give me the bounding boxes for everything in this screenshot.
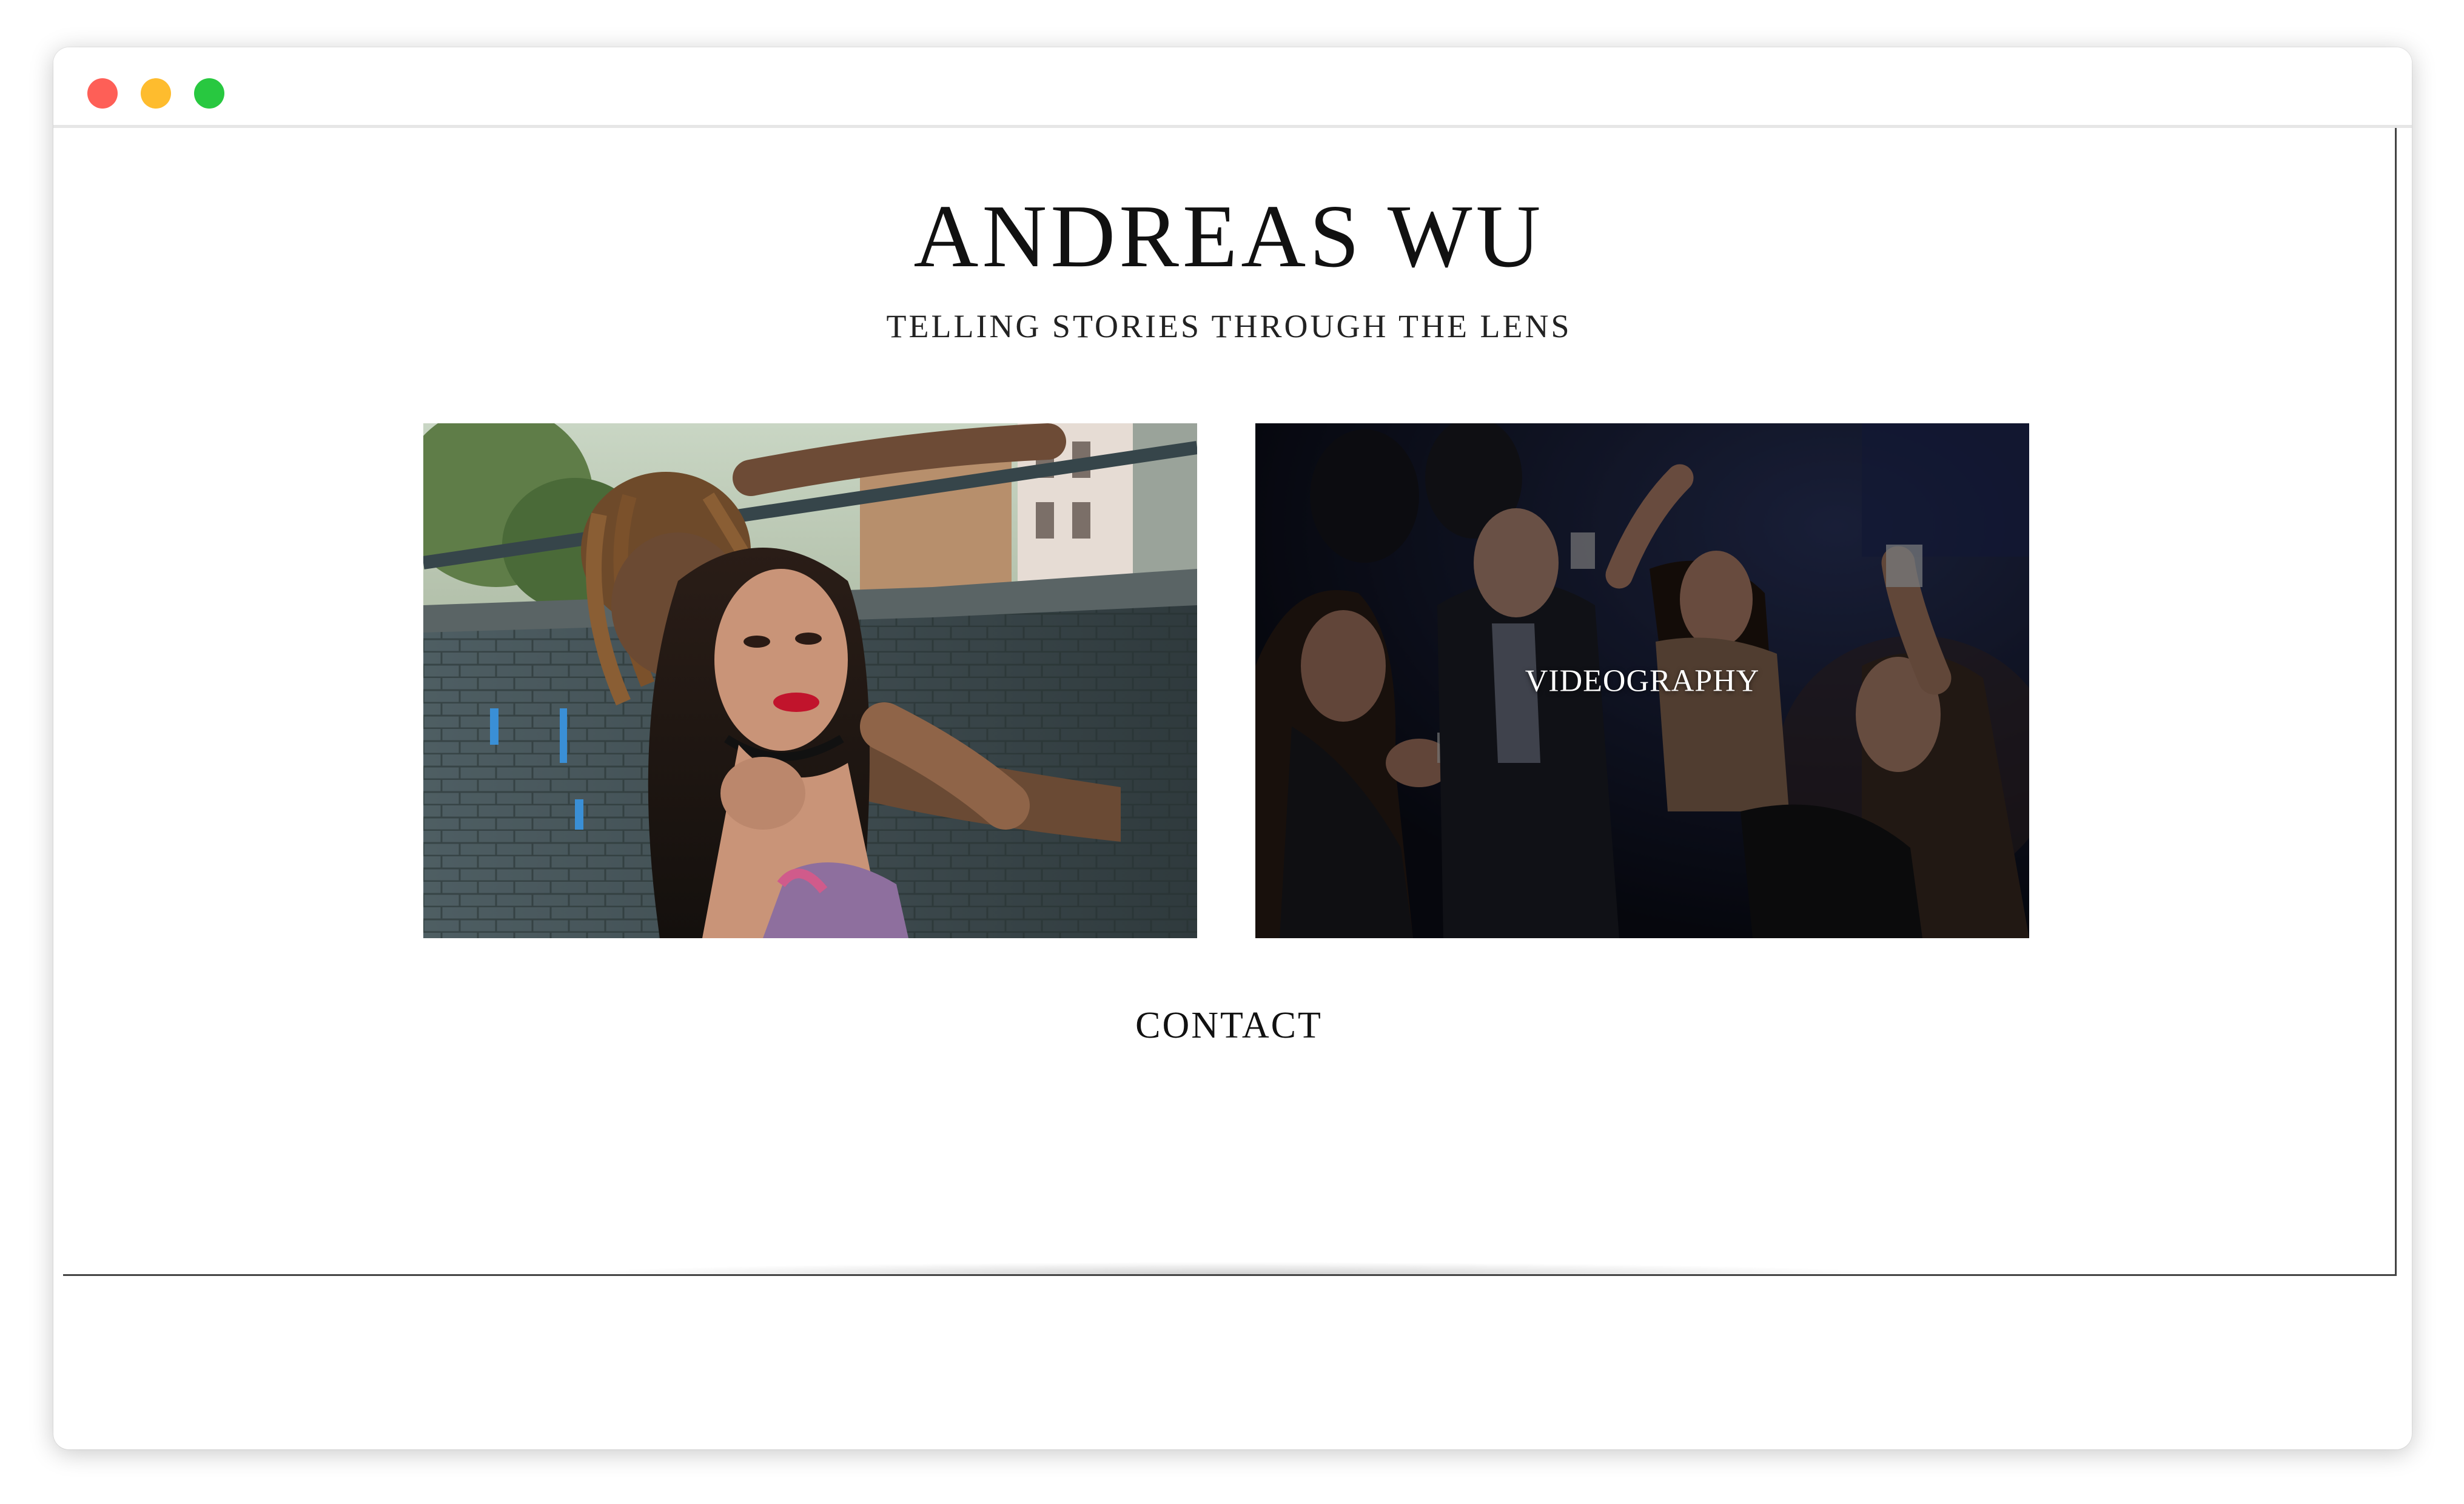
- photography-tile[interactable]: [423, 423, 1197, 938]
- contact-link[interactable]: CONTACT: [63, 1004, 2395, 1047]
- videography-tile[interactable]: VIDEOGRAPHY: [1255, 423, 2029, 938]
- site-tagline: TELLING STORIES THROUGH THE LENS: [886, 308, 1572, 344]
- page-viewport: ANDREAS WU TELLING STORIES THROUGH THE L…: [63, 128, 2397, 1276]
- close-window-button[interactable]: [87, 78, 118, 109]
- footer-shadow: [566, 1262, 1901, 1274]
- portrait-photo: [423, 423, 1197, 938]
- site-title[interactable]: ANDREAS WU: [63, 192, 2395, 281]
- minimize-window-button[interactable]: [141, 78, 171, 109]
- browser-window: ANDREAS WU TELLING STORIES THROUGH THE L…: [53, 47, 2412, 1449]
- window-titlebar: [53, 47, 2412, 128]
- zoom-window-button[interactable]: [194, 78, 224, 109]
- videography-label[interactable]: VIDEOGRAPHY: [1255, 663, 2029, 699]
